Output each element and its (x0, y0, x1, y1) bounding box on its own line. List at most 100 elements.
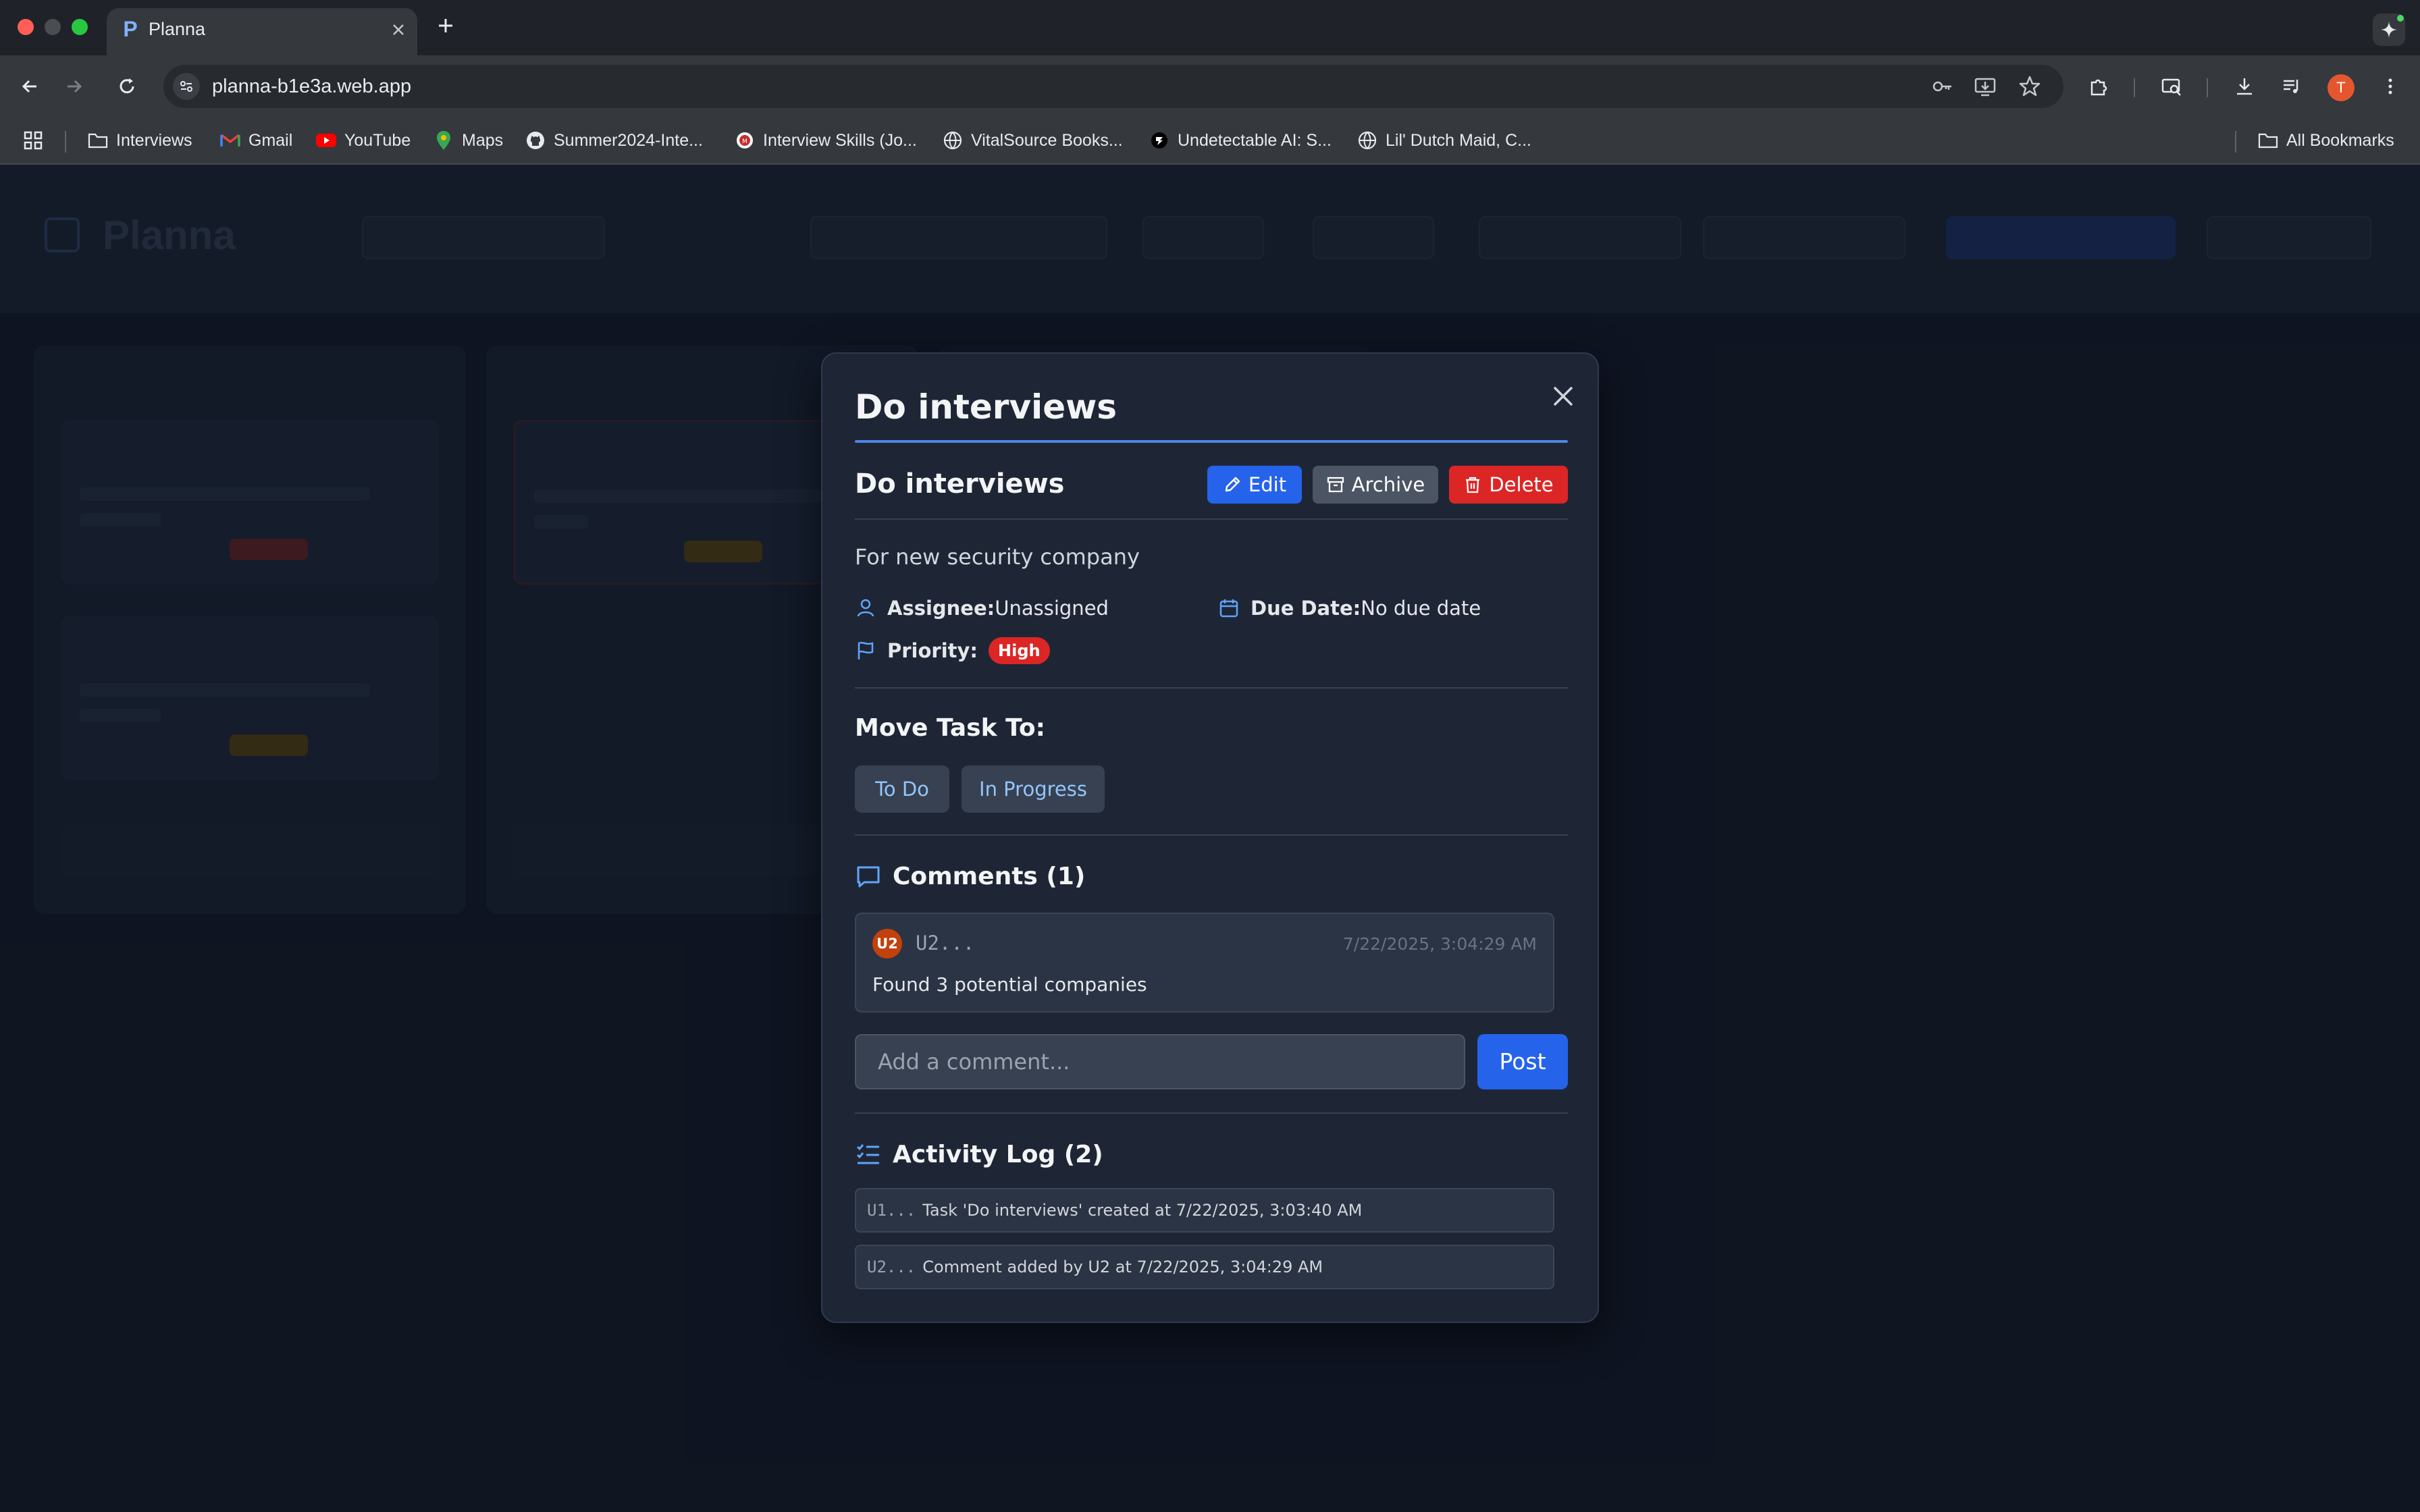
move-task-heading: Move Task To: (855, 714, 1045, 742)
bookmark-lil-dutch-maid[interactable]: Lil' Dutch Maid, C... (1357, 127, 1531, 154)
divider (855, 1112, 1568, 1114)
address-bar[interactable]: planna-b1e3a.web.app (163, 65, 2063, 108)
gmail-icon (220, 130, 240, 151)
comment-card: U2 U2... 7/22/2025, 3:04:29 AM Found 3 p… (855, 913, 1554, 1013)
divider (855, 834, 1568, 836)
url-text: planna-b1e3a.web.app (212, 76, 412, 97)
edit-label: Edit (1248, 473, 1287, 496)
globe-icon (1357, 130, 1377, 151)
browser-tab[interactable]: P Planna (107, 8, 417, 55)
svg-text:M: M (742, 138, 747, 145)
flag-icon (858, 641, 874, 659)
log-user: U2... (867, 1258, 916, 1276)
archive-button[interactable]: Archive (1313, 466, 1438, 504)
new-tab-icon[interactable] (435, 15, 456, 36)
move-to-todo-button[interactable]: To Do (855, 765, 949, 813)
list-checks-icon (856, 1143, 879, 1164)
install-app-icon[interactable] (1973, 74, 1997, 99)
all-bookmarks-label: All Bookmarks (2286, 130, 2394, 150)
edit-button[interactable]: Edit (1207, 466, 1302, 504)
assignee-value: Unassigned (995, 597, 1109, 620)
archive-icon (1327, 477, 1344, 493)
log-entry: U1... Task 'Do interviews' created at 7/… (855, 1188, 1554, 1233)
kebab-menu-icon[interactable] (2375, 72, 2405, 101)
activity-log-heading: Activity Log (2) (855, 1141, 1103, 1168)
comment-timestamp: 7/22/2025, 3:04:29 AM (1342, 934, 1537, 954)
bookmark-label: YouTube (344, 130, 411, 150)
avatar: U2 (872, 929, 902, 959)
post-button[interactable]: Post (1477, 1034, 1568, 1089)
priority-badge: High (989, 637, 1050, 664)
github-icon (525, 130, 546, 151)
log-user: U1... (867, 1201, 916, 1220)
bookmark-vitalsource[interactable]: VitalSource Books... (943, 127, 1123, 154)
site-info-icon[interactable] (173, 73, 200, 100)
bookmark-label: Undetectable AI: S... (1178, 130, 1332, 150)
close-window-button[interactable] (18, 19, 34, 35)
tab-title: Planna (149, 19, 206, 39)
bookmark-youtube[interactable]: YouTube (316, 127, 411, 154)
divider (855, 518, 1568, 520)
all-bookmarks[interactable]: All Bookmarks (2258, 127, 2394, 154)
browser-toolbar: planna-b1e3a.web.app T (0, 55, 2420, 117)
bookmark-gmail[interactable]: Gmail (220, 127, 292, 154)
log-entry: U2... Comment added by U2 at 7/22/2025, … (855, 1245, 1554, 1289)
close-icon[interactable] (1546, 379, 1580, 413)
bookmark-star-icon[interactable] (2018, 74, 2042, 99)
bookmark-maps[interactable]: Maps (433, 127, 503, 154)
reload-icon[interactable] (112, 72, 142, 101)
minimize-window-button[interactable] (45, 19, 61, 35)
modal-title: Do interviews (855, 387, 1117, 427)
bookmark-summer2024[interactable]: Summer2024-Inte... (525, 127, 703, 154)
bookmark-undetectable[interactable]: Undetectable AI: S... (1149, 127, 1332, 154)
gemini-spark-icon[interactable] (2373, 14, 2405, 46)
comments-heading-label: Comments (1) (893, 863, 1086, 890)
log-text: Task 'Do interviews' created at 7/22/202… (922, 1201, 1363, 1220)
comment-input[interactable] (855, 1034, 1465, 1089)
tab-search-icon[interactable] (2157, 72, 2186, 101)
move-to-in-progress-button[interactable]: In Progress (962, 765, 1105, 813)
download-icon[interactable] (2230, 72, 2259, 101)
due-date-field: Due Date: No due date (1218, 597, 1481, 620)
back-arrow-icon[interactable] (15, 72, 45, 101)
youtube-icon (316, 130, 336, 151)
title-divider (855, 440, 1568, 443)
bookmark-label: Gmail (248, 130, 293, 150)
forward-arrow-icon[interactable] (59, 72, 89, 101)
divider (855, 687, 1568, 688)
delete-button[interactable]: Delete (1449, 466, 1568, 504)
user-icon (857, 599, 874, 617)
apps-grid-icon[interactable] (23, 127, 43, 154)
bookmark-label: Summer2024-Inte... (554, 130, 703, 150)
globe-icon (943, 130, 963, 151)
due-date-value: No due date (1361, 597, 1481, 620)
task-name: Do interviews (855, 468, 1065, 500)
bookmark-interview-skills[interactable]: M Interview Skills (Jo... (735, 127, 917, 154)
calendar-icon (1219, 599, 1238, 618)
log-text: Comment added by U2 at 7/22/2025, 3:04:2… (922, 1258, 1323, 1276)
comments-heading: Comments (1) (855, 863, 1085, 890)
bookmark-label: Lil' Dutch Maid, C... (1386, 130, 1531, 150)
browser-tabstrip: P Planna (0, 0, 2420, 55)
media-controls-icon[interactable] (2277, 72, 2307, 101)
task-detail-modal: Do interviews Do interviews Edit Archive… (821, 352, 1599, 1323)
folder-icon (88, 130, 108, 151)
comment-text: Found 3 potential companies (872, 973, 1147, 996)
close-icon[interactable] (390, 22, 406, 38)
priority-label: Priority: (887, 639, 978, 662)
assignee-label: Assignee: (887, 597, 995, 620)
comment-icon (857, 866, 880, 887)
password-key-icon[interactable] (1930, 74, 1954, 99)
due-date-label: Due Date: (1251, 597, 1361, 620)
bookmark-interviews[interactable]: Interviews (88, 127, 192, 154)
trash-icon (1466, 477, 1480, 493)
pencil-icon (1225, 477, 1240, 492)
undetectable-icon (1149, 130, 1169, 151)
extensions-icon[interactable] (2084, 72, 2113, 101)
comment-user: U2... (916, 932, 975, 954)
maximize-window-button[interactable] (72, 19, 88, 35)
bookmark-label: Interviews (116, 130, 192, 150)
folder-icon (2258, 130, 2278, 151)
profile-avatar[interactable]: T (2327, 74, 2355, 101)
archive-label: Archive (1351, 473, 1425, 496)
